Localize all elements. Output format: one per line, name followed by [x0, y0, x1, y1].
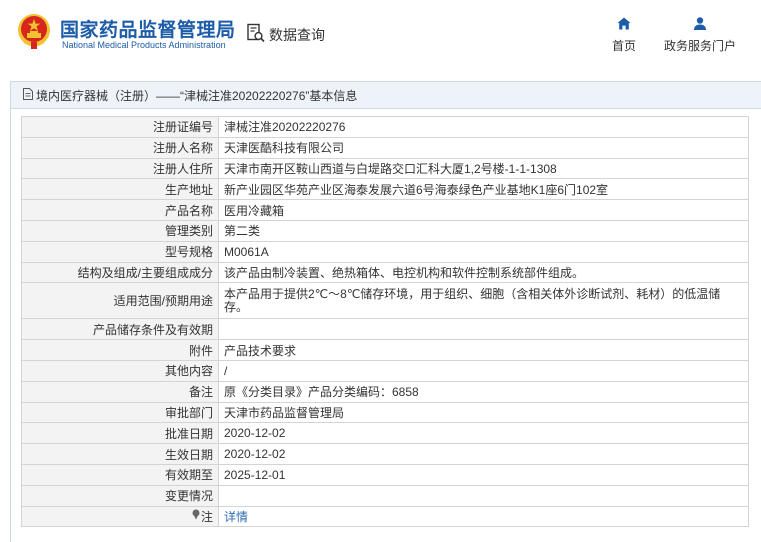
table-row: 有效期至 2025-12-01: [21, 463, 749, 486]
row-value: /: [218, 359, 749, 382]
row-value: 2020-12-02: [218, 443, 749, 465]
details-link[interactable]: 详情: [224, 510, 248, 524]
user-icon: [693, 17, 707, 33]
row-value: 2020-12-02: [218, 422, 749, 445]
database-search-icon: [246, 23, 266, 46]
table-row: 产品名称 医用冷藏箱: [21, 199, 749, 221]
home-icon: [617, 17, 631, 33]
table-row: 生效日期 2020-12-02: [21, 443, 749, 465]
row-key: 审批部门: [21, 401, 219, 424]
table-row: 备注 原《分类目录》产品分类编码：6858: [21, 380, 749, 403]
table-row: 审批部门 天津市药品监督管理局: [21, 401, 749, 424]
row-key: 注册人住所: [21, 157, 219, 180]
table-row: 注册人住所 天津市南开区鞍山西道与白堤路交口汇科大厦1,2号楼-1-1-1308: [21, 157, 749, 180]
data-search-label: 数据查询: [269, 26, 325, 43]
row-value: 第二类: [218, 219, 749, 242]
row-key: 有效期至: [21, 463, 219, 486]
table-row: 其他内容 /: [21, 359, 749, 382]
site-subtitle: National Medical Products Administration: [62, 40, 226, 50]
row-key: 结构及组成/主要组成成分: [21, 261, 219, 284]
row-value: 天津市药品监督管理局: [218, 401, 749, 424]
row-value: 详情: [218, 505, 749, 528]
row-value: M0061A: [218, 240, 749, 263]
row-key: 生产地址: [21, 178, 219, 201]
table-row: 变更情况: [21, 484, 749, 507]
row-value: 天津医酷科技有限公司: [218, 136, 749, 159]
nav-portal-label: 政务服务门户: [663, 39, 736, 53]
detail-panel: 境内医疗器械（注册）——“津械注准20202220276”基本信息 注册证编号 …: [10, 81, 761, 542]
row-value: 2025-12-01: [218, 463, 749, 486]
nav-home-label: 首页: [611, 39, 636, 53]
row-value: 津械注准20202220276: [218, 116, 749, 138]
nav-home[interactable]: 首页: [607, 17, 641, 54]
site-header: 国家药品监督管理局 National Medical Products Admi…: [0, 0, 761, 66]
row-value: [218, 484, 749, 507]
pin-icon: [191, 509, 201, 523]
table-row: 适用范围/预期用途 本产品用于提供2℃～8℃储存环境，用于组织、细胞（含相关体外…: [21, 282, 749, 320]
registration-info-table: 注册证编号 津械注准20202220276 注册人名称 天津医酷科技有限公司 注…: [21, 116, 749, 528]
panel-title: 境内医疗器械（注册）——“津械注准20202220276”基本信息: [36, 88, 358, 103]
row-key: 注册人名称: [21, 136, 219, 159]
table-row: 产品储存条件及有效期: [21, 318, 749, 341]
row-key: 生效日期: [21, 443, 219, 465]
note-key-cell: 注: [21, 505, 219, 528]
row-value: [218, 318, 749, 341]
row-key: 管理类别: [21, 219, 219, 242]
table-row: 管理类别 第二类: [21, 219, 749, 242]
row-value: 该产品由制冷装置、绝热箱体、电控机构和软件控制系统部件组成。: [218, 261, 749, 284]
table-row: 注册人名称 天津医酷科技有限公司: [21, 136, 749, 159]
document-icon: [22, 87, 34, 103]
table-row: 附件 产品技术要求: [21, 339, 749, 361]
row-key: 产品名称: [21, 199, 219, 221]
row-key: 产品储存条件及有效期: [21, 318, 219, 341]
nav-service-portal[interactable]: 政务服务门户: [660, 17, 740, 54]
row-key: 备注: [21, 380, 219, 403]
row-key: 附件: [21, 339, 219, 361]
row-key: 变更情况: [21, 484, 219, 507]
table-row: 批准日期 2020-12-02: [21, 422, 749, 445]
data-search-link[interactable]: 数据查询: [246, 23, 325, 46]
row-key: 其他内容: [21, 359, 219, 382]
national-emblem-icon: [17, 13, 51, 49]
row-key: 注册证编号: [21, 116, 219, 138]
table-row: 注 详情: [21, 505, 749, 528]
table-row: 型号规格 M0061A: [21, 240, 749, 263]
row-value: 产品技术要求: [218, 339, 749, 361]
table-row: 注册证编号 津械注准20202220276: [21, 116, 749, 138]
row-value: 本产品用于提供2℃～8℃储存环境，用于组织、细胞（含相关体外诊断试剂、耗材）的低…: [218, 282, 749, 320]
note-key-label: 注: [200, 509, 213, 524]
table-row: 结构及组成/主要组成成分 该产品由制冷装置、绝热箱体、电控机构和软件控制系统部件…: [21, 261, 749, 284]
row-value: 医用冷藏箱: [218, 199, 749, 221]
row-key: 批准日期: [21, 422, 219, 445]
table-row: 生产地址 新产业园区华苑产业区海泰发展六道6号海泰绿色产业基地K1座6门102室: [21, 178, 749, 201]
row-key: 适用范围/预期用途: [21, 282, 219, 320]
row-value: 天津市南开区鞍山西道与白堤路交口汇科大厦1,2号楼-1-1-1308: [218, 157, 749, 180]
row-value: 新产业园区华苑产业区海泰发展六道6号海泰绿色产业基地K1座6门102室: [218, 178, 749, 201]
row-value: 原《分类目录》产品分类编码：6858: [218, 380, 749, 403]
site-title: 国家药品监督管理局: [60, 20, 236, 41]
note-key: 注: [191, 508, 213, 525]
panel-header: 境内医疗器械（注册）——“津械注准20202220276”基本信息: [11, 82, 761, 109]
row-key: 型号规格: [21, 240, 219, 263]
